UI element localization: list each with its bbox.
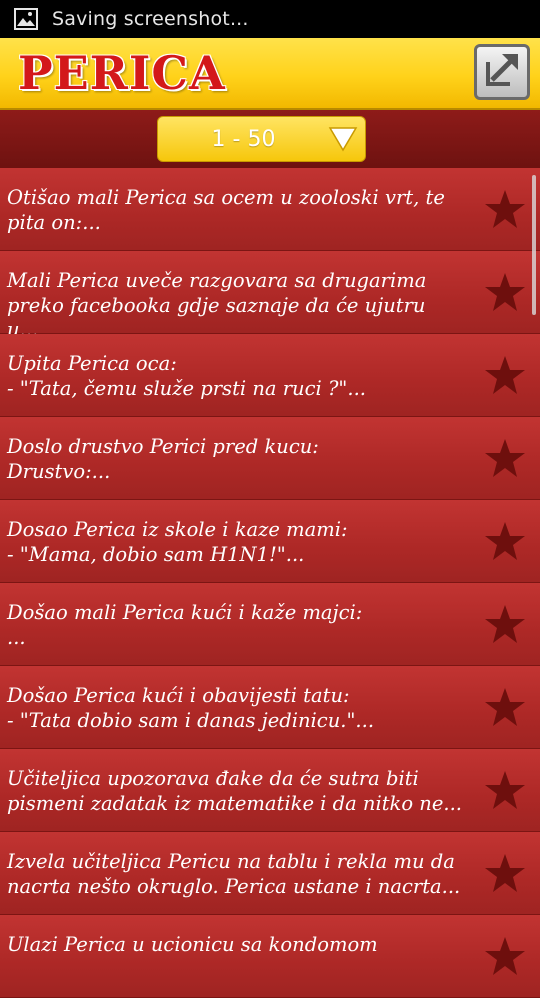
range-value: 1 - 50 [211,126,276,152]
scrollbar[interactable] [532,175,536,315]
star-icon[interactable] [484,603,526,645]
app-logo: PERICA [18,46,226,100]
list-item[interactable]: Mali Perica uveče razgovara sa drugarima… [0,251,540,341]
range-bar: 1 - 50 [0,110,540,168]
star-icon[interactable] [484,188,526,230]
joke-text: Doslo drustvo Perici pred kucu: Drustvo:… [7,435,319,483]
joke-list[interactable]: Otišao mali Perica sa ocem u zooloski vr… [0,168,540,998]
star-icon[interactable] [484,354,526,396]
joke-text: Otišao mali Perica sa ocem u zooloski vr… [7,186,445,234]
list-item[interactable]: Došao mali Perica kući i kaže majci: ... [0,583,540,666]
star-icon[interactable] [484,520,526,562]
star-icon[interactable] [484,769,526,811]
star-icon[interactable] [484,686,526,728]
list-item[interactable]: Učiteljica upozorava đake da će sutra bi… [0,749,540,832]
star-icon[interactable] [484,271,526,313]
joke-text: Mali Perica uveče razgovara sa drugarima… [7,269,427,341]
list-item[interactable]: Upita Perica oca: - "Tata, čemu služe pr… [0,334,540,417]
joke-text: Došao mali Perica kući i kaže majci: ... [7,601,363,649]
share-arrow-icon [480,48,524,96]
joke-text: Učiteljica upozorava đake da će sutra bi… [7,767,463,815]
list-item[interactable]: Otišao mali Perica sa ocem u zooloski vr… [0,168,540,251]
joke-text: Dosao Perica iz skole i kaze mami: - "Ma… [7,518,348,566]
list-item[interactable]: Došao Perica kući i obavijesti tatu: - "… [0,666,540,749]
triangle-down-icon [321,126,365,152]
list-item[interactable]: Dosao Perica iz skole i kaze mami: - "Ma… [0,500,540,583]
app-header: PERICA [0,38,540,110]
status-bar: Saving screenshot... [0,0,540,38]
status-text: Saving screenshot... [52,8,249,30]
joke-text: Došao Perica kući i obavijesti tatu: - "… [7,684,375,732]
share-button[interactable] [474,44,530,100]
star-icon[interactable] [484,852,526,894]
star-icon[interactable] [484,935,526,977]
joke-text: Ulazi Perica u ucionicu sa kondomom [7,933,378,956]
list-item[interactable]: Doslo drustvo Perici pred kucu: Drustvo:… [0,417,540,500]
list-item[interactable]: Ulazi Perica u ucionicu sa kondomom [0,915,540,998]
list-item[interactable]: Izvela učiteljica Pericu na tablu i rekl… [0,832,540,915]
range-dropdown[interactable]: 1 - 50 [157,116,366,162]
joke-text: Upita Perica oca: - "Tata, čemu služe pr… [7,352,366,400]
image-icon [14,8,38,30]
joke-text: Izvela učiteljica Pericu na tablu i rekl… [7,850,461,898]
star-icon[interactable] [484,437,526,479]
